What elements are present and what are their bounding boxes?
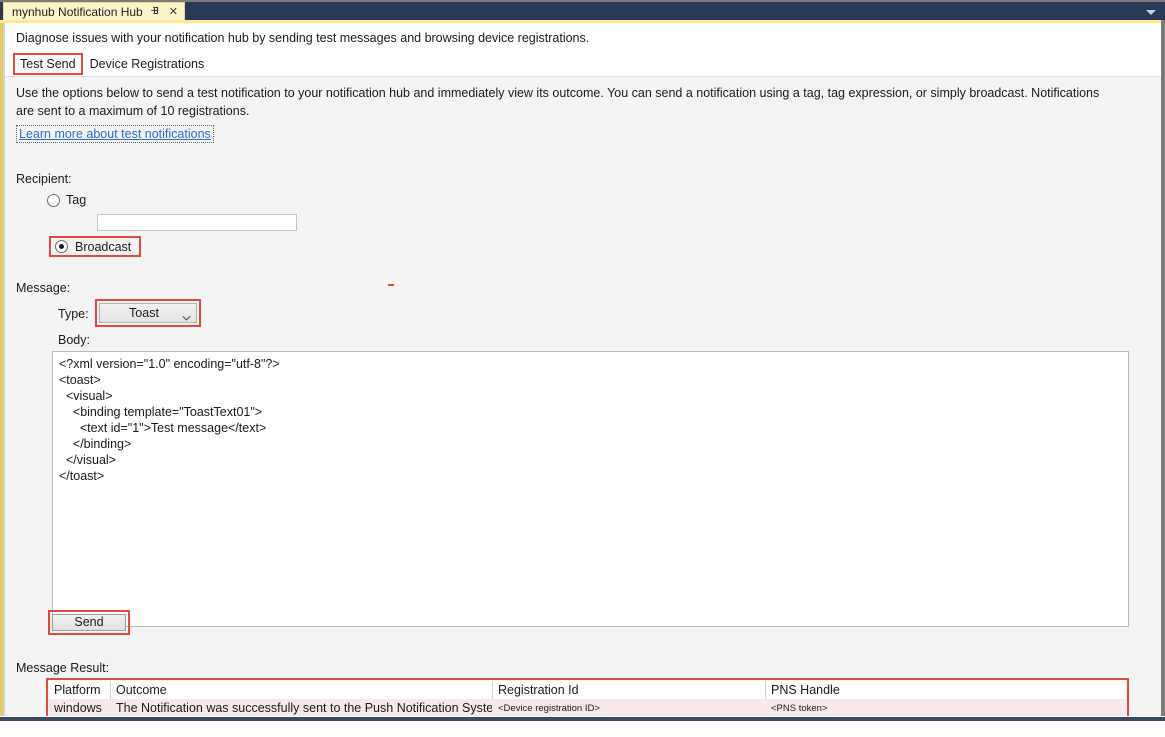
pin-icon[interactable] (150, 6, 161, 17)
radio-broadcast-label: Broadcast (75, 239, 132, 254)
radio-tag[interactable] (47, 193, 60, 207)
annotation-dash-mark (388, 284, 394, 286)
recipient-option-tag[interactable]: Tag (47, 193, 86, 207)
tab-device-registrations[interactable]: Device Registrations (83, 54, 212, 74)
close-icon[interactable]: ✕ (169, 4, 178, 20)
page-description: Diagnose issues with your notification h… (16, 31, 590, 45)
document-tab-label: mynhub Notification Hub (12, 4, 143, 19)
message-type-value: Toast (129, 306, 159, 320)
chevron-down-icon (182, 310, 191, 321)
document-tab-mynhub[interactable]: mynhub Notification Hub ✕ (3, 2, 185, 20)
send-button[interactable]: Send (52, 614, 126, 631)
column-header-registration-id: Registration Id (493, 681, 766, 699)
window-bottom-border (0, 717, 1165, 721)
table-header-row: Platform Outcome Registration Id PNS Han… (49, 681, 1126, 699)
content-area: Diagnose issues with your notification h… (5, 23, 1161, 720)
tag-input[interactable] (97, 214, 297, 231)
cell-outcome: The Notification was successfully sent t… (116, 701, 493, 715)
chevron-down-icon[interactable] (1145, 6, 1157, 15)
tab-strip: Test Send Device Registrations (13, 53, 211, 75)
right-frame-edge (1161, 20, 1165, 720)
recipient-option-broadcast[interactable]: Broadcast (49, 236, 142, 257)
cell-registration-id: <Device registration ID> (498, 702, 600, 714)
column-header-outcome: Outcome (111, 681, 493, 699)
window-bottom-area (0, 716, 1165, 737)
tab-test-send[interactable]: Test Send (13, 53, 83, 75)
notification-hub-window: mynhub Notification Hub ✕ Diagnose issue… (0, 0, 1165, 737)
recipient-label: Recipient: (16, 172, 72, 186)
message-result-label: Message Result: (16, 661, 110, 675)
tabrow-divider (5, 76, 1161, 77)
radio-tag-label: Tag (66, 193, 87, 207)
message-label: Message: (16, 281, 71, 295)
intro-paragraph: Use the options below to send a test not… (16, 86, 1100, 118)
cell-platform: windows (54, 701, 102, 715)
type-label: Type: (58, 307, 89, 321)
window-titlebar: mynhub Notification Hub ✕ (0, 0, 1165, 20)
learn-more-link[interactable]: Learn more about test notifications (16, 125, 214, 143)
message-body-container (52, 351, 1129, 627)
body-label: Body: (58, 333, 90, 347)
column-header-pns-handle: PNS Handle (771, 683, 840, 697)
message-type-select[interactable]: Toast (99, 303, 197, 323)
radio-broadcast[interactable] (55, 240, 68, 253)
message-result-table: Platform Outcome Registration Id PNS Han… (49, 681, 1126, 717)
table-row[interactable]: windows The Notification was successfull… (49, 699, 1126, 717)
column-header-platform: Platform (49, 681, 111, 699)
cell-pns-handle: <PNS token> (771, 702, 828, 714)
message-body-input[interactable] (53, 352, 1128, 626)
